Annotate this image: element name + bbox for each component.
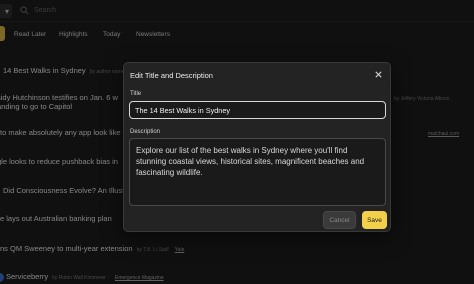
close-icon <box>374 70 382 78</box>
save-button[interactable]: Save <box>362 211 387 229</box>
title-field[interactable] <box>129 101 386 119</box>
dialog-title: Edit Title and Description <box>130 71 213 80</box>
title-field-label: Title <box>130 91 142 97</box>
description-field-label: Description <box>130 129 161 135</box>
description-field[interactable]: Explore our list of the best walks in Sy… <box>129 138 386 206</box>
cancel-button[interactable]: Cancel <box>323 211 356 229</box>
close-button[interactable] <box>372 68 384 80</box>
edit-title-description-dialog: Edit Title and Description Title Descrip… <box>123 62 391 232</box>
